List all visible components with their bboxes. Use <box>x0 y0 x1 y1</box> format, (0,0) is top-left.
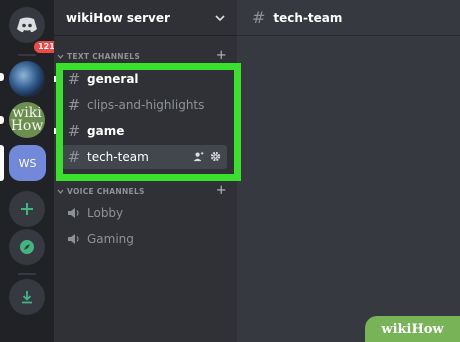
chevron-down-icon <box>215 14 225 21</box>
add-channel-icon[interactable]: + <box>216 183 227 198</box>
channel-label: Lobby <box>87 206 124 220</box>
wikihow-logo-text: wiki How <box>10 105 44 134</box>
server-selected-indicator <box>0 145 4 181</box>
voice-channel-lobby[interactable]: Lobby <box>62 201 227 225</box>
server-icon-globe[interactable] <box>9 61 45 97</box>
unread-dot <box>54 128 58 134</box>
server-initials: WS <box>18 156 37 170</box>
server-rail: 121 wiki How WS <box>0 0 61 342</box>
server-icon-wikihow[interactable]: wiki How <box>9 102 45 138</box>
channel-label: general <box>87 72 139 86</box>
gear-icon[interactable] <box>210 151 221 162</box>
channel-header: # tech-team <box>237 0 460 36</box>
discord-app: 121 wiki How WS wikiHow server TEXT CHAN… <box>0 0 460 342</box>
server-name: wikiHow server <box>66 10 170 25</box>
watermark-text: wikiHow <box>381 321 444 337</box>
category-voice-channels[interactable]: VOICE CHANNELS + <box>57 183 227 198</box>
channel-general[interactable]: # general <box>54 67 227 91</box>
home-button[interactable]: 121 <box>9 7 61 55</box>
speaker-icon <box>68 234 79 244</box>
wikihow-watermark: wikiHow <box>365 316 460 342</box>
channel-sidebar: wikiHow server TEXT CHANNELS + # general… <box>54 0 237 342</box>
add-channel-icon[interactable]: + <box>216 48 227 63</box>
plus-icon <box>21 203 33 215</box>
category-text-channels[interactable]: TEXT CHANNELS + <box>57 48 227 63</box>
discord-logo-icon <box>17 17 37 33</box>
voice-channel-gaming[interactable]: Gaming <box>62 227 227 251</box>
hash-icon: # <box>67 122 81 140</box>
download-icon <box>22 291 32 304</box>
chat-area: # tech-team <box>237 0 460 342</box>
unread-dot <box>54 76 58 82</box>
channel-title: tech-team <box>273 10 343 25</box>
speaker-icon <box>68 208 79 218</box>
channel-tech-team[interactable]: # tech-team <box>62 145 227 169</box>
channel-label: Gaming <box>87 232 134 246</box>
rail-divider <box>18 54 36 56</box>
server-unread-indicator <box>0 73 4 81</box>
channel-label: clips-and-highlights <box>87 98 205 112</box>
download-apps-button[interactable] <box>9 279 45 315</box>
invite-people-icon[interactable] <box>193 151 204 162</box>
compass-icon <box>20 240 34 254</box>
hash-icon: # <box>67 148 81 166</box>
chevron-down-icon <box>57 189 64 194</box>
channel-label: game <box>87 124 125 138</box>
category-label: VOICE CHANNELS <box>67 187 145 196</box>
channel-clips-and-highlights[interactable]: # clips-and-highlights <box>62 93 227 117</box>
hash-icon: # <box>252 8 266 27</box>
server-header[interactable]: wikiHow server <box>54 0 237 36</box>
add-server-button[interactable] <box>9 191 45 227</box>
rail-divider <box>18 273 36 275</box>
channel-label: tech-team <box>87 150 149 164</box>
category-label: TEXT CHANNELS <box>67 52 141 61</box>
chevron-down-icon <box>57 54 64 59</box>
explore-servers-button[interactable] <box>9 229 45 265</box>
server-unread-indicator <box>0 116 4 124</box>
channel-game[interactable]: # game <box>54 119 227 143</box>
hash-icon: # <box>67 96 81 114</box>
hash-icon: # <box>67 70 81 88</box>
server-icon-ws[interactable]: WS <box>9 145 46 181</box>
